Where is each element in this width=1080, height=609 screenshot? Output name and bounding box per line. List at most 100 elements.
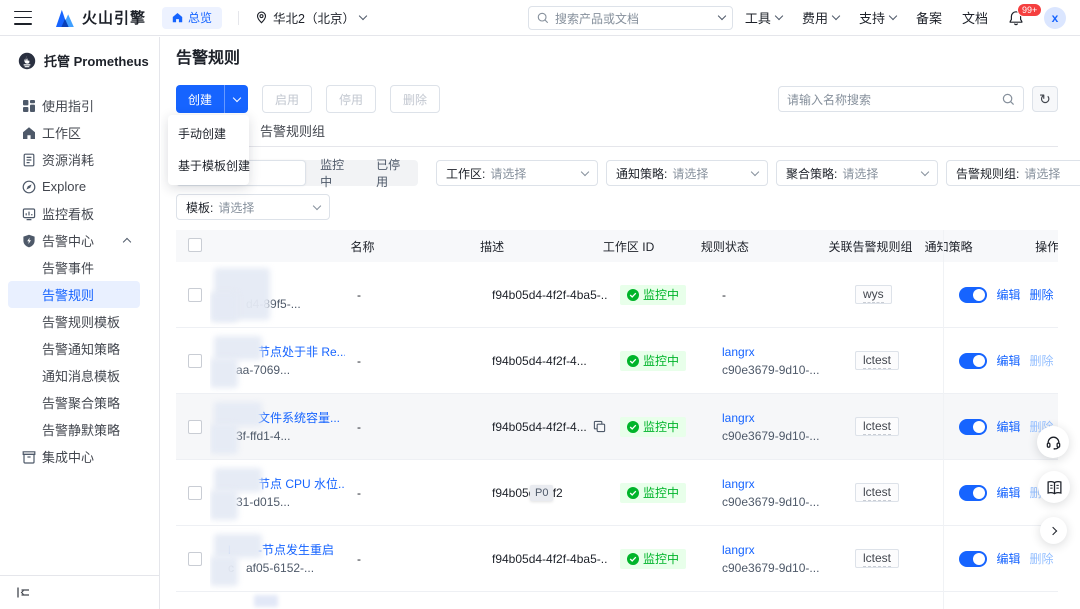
description-text: - (357, 419, 361, 434)
name-cell: l -节点发生重启 c af05-6152-... (210, 526, 345, 591)
template-filter-select[interactable]: 模板: 请选择 (176, 194, 330, 220)
segment-button[interactable]: 已停用 (362, 158, 418, 189)
sidebar-item[interactable]: Explore (8, 173, 140, 200)
book-icon (1046, 479, 1063, 496)
delete-button[interactable]: 删除 (390, 85, 441, 113)
rule-name-link[interactable]: 节点 CPU 水位... (258, 477, 345, 491)
edit-link[interactable]: 编辑 (996, 286, 1020, 303)
sidebar-item[interactable]: 告警规则 (8, 281, 140, 308)
filter-select[interactable]: 告警规则组: 请选择 (946, 160, 1080, 186)
sidebar-item[interactable]: 告警规则模板 (8, 308, 140, 335)
edit-link[interactable]: 编辑 (996, 352, 1020, 369)
delete-link[interactable]: 删除 (1030, 550, 1054, 567)
dropdown-menu-item[interactable]: 基于模板创建 (168, 154, 250, 178)
rule-id-text: 3f-ffd1-4... (236, 428, 291, 443)
rule-enabled-toggle[interactable] (959, 418, 988, 435)
sidebar-item[interactable]: 工作区 (8, 119, 140, 146)
delete-link[interactable]: 删除 (1030, 286, 1054, 303)
redaction-blur (214, 402, 262, 426)
nav-menu-item[interactable]: 文档 (962, 8, 988, 27)
global-search-input[interactable]: 搜索产品或文档 (528, 6, 733, 30)
rule-name-link[interactable]: -节点发生重启 (258, 543, 334, 557)
overview-button[interactable]: 总览 (162, 6, 223, 29)
edit-link[interactable]: 编辑 (996, 484, 1020, 501)
segment-button[interactable]: 监控中 (306, 158, 362, 189)
sidebar-item[interactable]: 资源消耗 (8, 146, 140, 173)
notify-policy-tag[interactable]: lctest (855, 417, 900, 436)
copy-icon[interactable] (593, 420, 606, 433)
status-badge: 监控中 (620, 482, 687, 503)
sidebar-item[interactable]: 使用指引 (8, 92, 140, 119)
dropdown-menu-item[interactable]: 手动创建 (168, 122, 249, 146)
sidebar-item[interactable]: 告警中心 (8, 227, 140, 254)
create-button[interactable]: 创建 (176, 85, 248, 113)
collapse-sidebar-icon[interactable] (16, 585, 31, 600)
rule-group-link[interactable]: langrx (722, 343, 843, 361)
sidebar-item[interactable]: 监控看板 (8, 200, 140, 227)
row-checkbox[interactable] (188, 287, 202, 302)
edit-link[interactable]: 编辑 (996, 418, 1020, 435)
tab[interactable]: 告警规则组 (260, 121, 325, 146)
row-checkbox[interactable] (188, 353, 202, 368)
workspace-id-text: f94b05d4-4f2f-4ba5-... (492, 287, 608, 302)
fixed-column-divider (943, 230, 944, 609)
sidebar-item[interactable]: 集成中心 (8, 443, 140, 470)
refresh-button[interactable]: ↻ (1032, 86, 1058, 112)
nav-menu-item[interactable]: 支持 (859, 8, 898, 27)
rule-enabled-toggle[interactable] (959, 550, 988, 567)
hamburger-menu-icon[interactable] (14, 10, 32, 25)
rule-name-link[interactable]: 节点处于非 Re... (258, 345, 345, 359)
brand-logo[interactable]: 火山引擎 (54, 7, 146, 28)
docs-fab[interactable] (1038, 471, 1070, 503)
support-fab[interactable] (1037, 426, 1069, 458)
rule-name-link[interactable]: 文件系统容量... (258, 411, 340, 425)
nav-menu-item[interactable]: 费用 (802, 8, 841, 27)
notifications-button[interactable]: 99+ (1008, 2, 1043, 26)
table-search-input[interactable]: 请输入名称搜索 (778, 86, 1024, 112)
volcengine-logo-icon (54, 9, 76, 27)
description-text: - (357, 353, 361, 368)
rule-group-link[interactable]: langrx (722, 541, 843, 559)
select-all-checkbox[interactable] (188, 237, 202, 252)
region-selector[interactable]: 华北2（北京） (255, 8, 368, 27)
sidebar-item[interactable]: 通知消息模板 (8, 362, 140, 389)
rule-enabled-toggle[interactable] (959, 484, 988, 501)
filter-select[interactable]: 通知策略: 请选择 (606, 160, 769, 186)
sidebar-item[interactable]: 告警事件 (8, 254, 140, 281)
notify-policy-tag[interactable]: lctest (855, 549, 900, 568)
sidebar-item[interactable]: 告警通知策略 (8, 335, 140, 362)
edit-link[interactable]: 编辑 (996, 550, 1020, 567)
product-title: 托管 Prometheus (0, 37, 159, 84)
row-checkbox[interactable] (188, 485, 202, 500)
user-avatar[interactable]: x (1044, 6, 1066, 29)
rule-id-text: af05-6152-... (246, 560, 315, 575)
table-row: 节点处于非 Re... aa-7069... - f94b05d4-4f2f-4… (176, 328, 1058, 394)
rule-group-link[interactable]: langrx (722, 475, 843, 493)
filter-select[interactable]: 工作区: 请选择 (436, 160, 599, 186)
notify-policy-tag[interactable]: wys (855, 285, 892, 304)
nav-menu-item[interactable]: 备案 (916, 8, 942, 27)
chevron-down-icon (358, 11, 368, 21)
collapse-panel-fab[interactable] (1040, 517, 1067, 544)
filter-select[interactable]: 聚合策略: 请选择 (776, 160, 939, 186)
rule-group-link[interactable]: langrx (722, 409, 843, 427)
rule-enabled-toggle[interactable] (959, 352, 988, 369)
notify-policy-tag[interactable]: lctest (855, 351, 900, 370)
redaction-blur (210, 490, 238, 520)
enable-button[interactable]: 启用 (262, 85, 313, 113)
row-checkbox[interactable] (188, 551, 202, 566)
rule-enabled-toggle[interactable] (959, 286, 988, 303)
delete-link[interactable]: 删除 (1030, 352, 1054, 369)
nav-menu-item[interactable]: 工具 (745, 8, 784, 27)
row-checkbox[interactable] (188, 419, 202, 434)
notify-policy-tag[interactable]: lctest (855, 483, 900, 502)
sidebar-item[interactable]: 告警静默策略 (8, 416, 140, 443)
column-header: 规则状态 (700, 239, 749, 254)
status-text: 监控中 (643, 288, 680, 302)
table-body: b d4-89f5-... - f94b05d4-4f2f-4ba5-... (176, 262, 1058, 592)
sidebar-item[interactable]: 告警聚合策略 (8, 389, 140, 416)
disable-button[interactable]: 停用 (326, 85, 377, 113)
table-row: l -节点发生重启 c af05-6152-... - f94b05d4-4f2… (176, 526, 1058, 592)
create-dropdown-arrow[interactable] (224, 85, 248, 113)
rules-table: 名称 描述 工作区 ID 规则状态 关联告警规则组 通知策略 操作 d4-89f… (176, 230, 1058, 609)
